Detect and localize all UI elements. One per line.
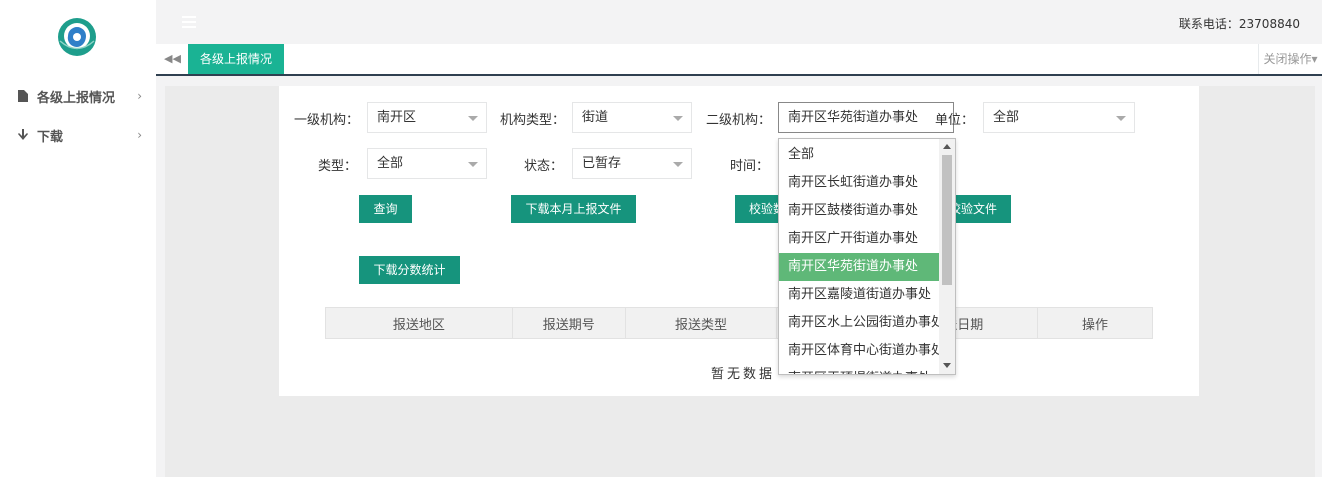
status-label: 状态： — [524, 159, 564, 174]
table-header-row: 报送地区 报送期号 报送类型 送日期 操作 — [325, 307, 1153, 339]
caret-down-icon — [673, 116, 683, 121]
tabs-scroll-left-icon[interactable]: ◀◀ — [164, 52, 181, 65]
file-icon — [15, 90, 31, 102]
level2-select[interactable]: 南开区华苑街道办事处 — [778, 102, 954, 133]
level2-label: 二级机构： — [706, 113, 772, 128]
logo-icon — [58, 18, 96, 56]
sidebar-item-report-status[interactable]: 各级上报情况 › — [0, 84, 156, 108]
type-label: 类型： — [318, 159, 358, 174]
status-value: 已暂存 — [582, 156, 622, 171]
col-region: 报送地区 — [325, 307, 513, 339]
time-label: 时间： — [730, 159, 770, 174]
caret-down-icon — [1116, 116, 1126, 121]
dropdown-option[interactable]: 南开区嘉陵道街道办事处 — [779, 281, 940, 309]
sidebar-item-label: 下载 — [37, 129, 64, 145]
chevron-right-icon: › — [137, 89, 142, 103]
sidebar-item-download[interactable]: 下载 › — [0, 123, 156, 147]
unit-label: 单位： — [935, 113, 975, 128]
orgtype-value: 街道 — [582, 110, 609, 125]
level1-value: 南开区 — [377, 110, 417, 125]
col-date: 送日期 — [941, 307, 1039, 339]
scroll-down-icon[interactable] — [943, 363, 951, 368]
download-stats-button[interactable]: 下载分数统计 — [359, 256, 460, 284]
level2-dropdown-list[interactable]: 全部 南开区长虹街道办事处 南开区鼓楼街道办事处 南开区广开街道办事处 南开区华… — [778, 138, 956, 375]
sidebar-item-label: 各级上报情况 — [37, 90, 116, 106]
type-value: 全部 — [377, 156, 404, 171]
caret-down-icon — [468, 116, 478, 121]
dropdown-option[interactable]: 南开区体育中心街道办事处 — [779, 337, 944, 365]
col-actions: 操作 — [1037, 307, 1153, 339]
dropdown-scrollbar[interactable] — [939, 139, 955, 374]
orgtype-label: 机构类型： — [500, 113, 566, 128]
col-type: 报送类型 — [624, 307, 778, 339]
contact-phone: 联系电话：23708840 — [1178, 17, 1300, 31]
unit-value: 全部 — [993, 110, 1020, 125]
tabs-bar: ◀◀ 各级上报情况 关闭操作▾ — [156, 44, 1322, 76]
arrow-down-icon — [15, 129, 31, 141]
scrollbar-thumb[interactable] — [942, 155, 952, 285]
chevron-right-icon: › — [137, 128, 142, 142]
menu-toggle-icon[interactable] — [182, 16, 196, 31]
query-button[interactable]: 查询 — [359, 195, 412, 223]
dropdown-option[interactable]: 全部 — [779, 141, 940, 169]
caret-down-icon — [673, 162, 683, 167]
dropdown-option[interactable]: 南开区鼓楼街道办事处 — [779, 197, 940, 225]
scroll-up-icon[interactable] — [943, 144, 951, 149]
dropdown-option[interactable]: 南开区广开街道办事处 — [779, 225, 940, 253]
level1-select[interactable]: 南开区 — [367, 102, 487, 133]
sidebar: 各级上报情况 › 下载 › — [0, 0, 156, 477]
unit-select[interactable]: 全部 — [983, 102, 1135, 133]
tab-report-status[interactable]: 各级上报情况 — [188, 44, 285, 74]
status-select[interactable]: 已暂存 — [572, 148, 692, 179]
empty-message: 暂无数据 — [711, 367, 776, 382]
orgtype-select[interactable]: 街道 — [572, 102, 692, 133]
col-period: 报送期号 — [511, 307, 626, 339]
level2-value: 南开区华苑街道办事处 — [788, 110, 919, 125]
dropdown-option-selected[interactable]: 南开区华苑街道办事处 — [779, 253, 940, 281]
level1-label: 一级机构： — [294, 113, 360, 128]
report-table: 报送地区 报送期号 报送类型 送日期 操作 — [325, 307, 1153, 339]
dropdown-option[interactable]: 南开区长虹街道办事处 — [779, 169, 940, 197]
caret-down-icon — [468, 162, 478, 167]
top-bar: 联系电话：23708840 — [156, 0, 1322, 44]
dropdown-option[interactable]: 南开区水上公园街道办事处 — [779, 309, 944, 337]
type-select[interactable]: 全部 — [367, 148, 487, 179]
close-operations-button[interactable]: 关闭操作▾ — [1258, 44, 1322, 74]
dropdown-option[interactable]: 南开区王顶堤街道办事处 — [779, 365, 940, 374]
download-month-button[interactable]: 下载本月上报文件 — [511, 195, 636, 223]
